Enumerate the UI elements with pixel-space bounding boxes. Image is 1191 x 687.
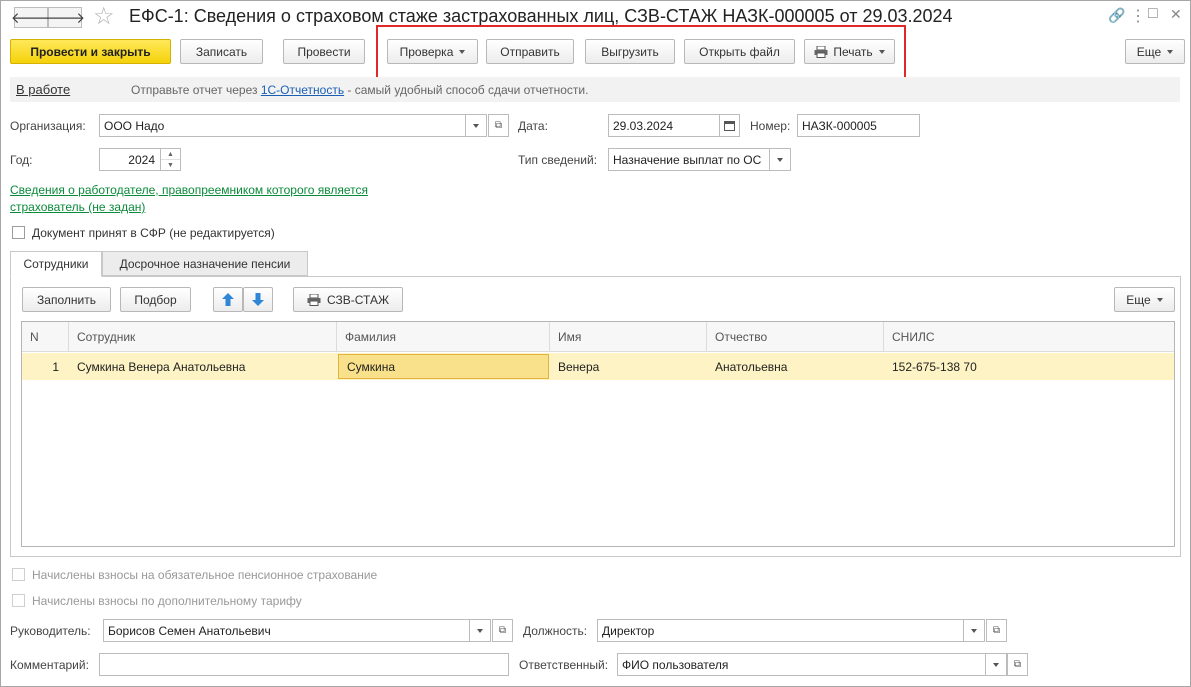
open-form-icon: ⧉ [992,625,1001,636]
dropdown-arrow-icon [777,157,783,162]
reporting-service-link[interactable]: 1С-Отчетность [261,83,344,97]
responsible-label: Ответственный: [519,658,609,672]
last-name-cell[interactable]: Сумкина [338,354,549,379]
dropdown-arrow-icon [477,628,483,633]
org-label: Организация: [10,119,86,133]
tab-early-pension[interactable]: Досрочное назначение пенсии [102,251,308,276]
mandatory-contrib-checkbox[interactable] [12,568,25,581]
position-open-button[interactable]: ⧉ [986,619,1007,642]
fill-button[interactable]: Заполнить [22,287,111,312]
date-label: Дата: [518,119,548,133]
move-up-button[interactable] [213,287,243,312]
more-label: Еще [1136,44,1162,59]
head-open-button[interactable]: ⧉ [492,619,513,642]
more-actions-icon[interactable]: ⋮ [1130,6,1146,26]
org-open-button[interactable]: ⧉ [488,114,509,137]
patronymic-cell[interactable]: Анатольевна [707,353,884,380]
column-header-patronymic[interactable]: Отчество [707,322,884,352]
dropdown-arrow-icon [473,123,479,128]
employer-info-link-line1[interactable]: Сведения о работодателе, правопреемником… [10,182,368,199]
type-field[interactable]: Назначение выплат по ОС [608,148,770,171]
post-button[interactable]: Провести [283,39,365,64]
open-form-icon: ⧉ [498,625,507,636]
back-button[interactable]: 🡐 [11,7,51,28]
column-header-n[interactable]: N [22,322,69,352]
column-header-last-name[interactable]: Фамилия [337,322,550,352]
accepted-checkbox[interactable] [12,226,25,239]
accepted-label: Документ принят в СФР (не редактируется) [32,226,275,240]
document-state-link[interactable]: В работе [16,82,70,97]
type-label: Тип сведений: [518,153,598,167]
window-title: ЕФС-1: Сведения о страховом стаже застра… [129,6,953,26]
head-field[interactable]: Борисов Семен Анатольевич [103,619,470,642]
table-more-button[interactable]: Еще [1114,287,1175,312]
calendar-icon [724,121,735,131]
hint-prefix: Отправьте отчет через [131,83,261,97]
number-label: Номер: [750,119,791,133]
forward-arrow-icon: 🡒 [44,10,86,27]
forward-button[interactable]: 🡒 [44,7,86,28]
year-label: Год: [10,153,33,167]
mandatory-contrib-label: Начислены взносы на обязательное пенсион… [32,568,378,582]
hint-suffix: - самый удобный способ сдачи отчетности. [344,83,589,97]
close-icon[interactable]: ✕ [1170,6,1182,23]
employer-info-link-line2[interactable]: страхователь (не задан) [10,199,145,216]
select-button[interactable]: Подбор [120,287,191,312]
dropdown-arrow-icon [993,662,999,667]
printer-icon [307,293,321,306]
number-field[interactable]: НАЗК-000005 [797,114,920,137]
column-header-employee[interactable]: Сотрудник [69,322,337,352]
write-button[interactable]: Записать [180,39,263,64]
comment-label: Комментарий: [10,658,89,672]
arrow-up-icon [222,293,234,306]
annotation-highlight-box [376,25,906,85]
maximize-icon[interactable]: □ [1148,5,1158,23]
row-number-cell[interactable]: 1 [22,353,69,380]
calendar-button[interactable] [719,114,740,137]
year-spinner[interactable]: ▲ ▼ [160,148,181,171]
head-dropdown-button[interactable] [469,619,491,642]
szv-print-button[interactable]: СЗВ-СТАЖ [293,287,403,312]
first-name-cell[interactable]: Венера [550,353,707,380]
type-dropdown-button[interactable] [769,148,791,171]
column-header-first-name[interactable]: Имя [550,322,707,352]
responsible-open-button[interactable]: ⧉ [1007,653,1028,676]
additional-tariff-label: Начислены взносы по дополнительному тари… [32,594,302,608]
employees-table[interactable]: N Сотрудник Фамилия Имя Отчество СНИЛС 1… [21,321,1175,547]
snils-cell[interactable]: 152-675-138 70 [884,353,1174,380]
move-down-button[interactable] [243,287,273,312]
additional-tariff-checkbox[interactable] [12,594,25,607]
table-more-label: Еще [1126,292,1151,307]
date-field[interactable]: 29.03.2024 [608,114,720,137]
favorite-star-icon[interactable]: ☆ [93,3,115,31]
tab-employees[interactable]: Сотрудники [10,251,102,277]
chevron-down-icon [1156,297,1163,302]
open-form-icon: ⧉ [1013,659,1022,670]
head-label: Руководитель: [10,624,91,638]
org-dropdown-button[interactable] [465,114,487,137]
reporting-hint: Отправьте отчет через 1С-Отчетность - са… [131,83,588,97]
spin-up-icon[interactable]: ▲ [161,149,180,160]
column-header-snils[interactable]: СНИЛС [884,322,1174,352]
arrow-down-icon [252,293,264,306]
year-field[interactable]: 2024 [99,148,161,171]
position-field[interactable]: Директор [597,619,964,642]
comment-field[interactable] [99,653,509,676]
org-field[interactable]: ООО Надо [99,114,466,137]
link-icon[interactable]: 🔗 [1108,7,1125,24]
more-button[interactable]: Еще [1125,39,1185,64]
dropdown-arrow-icon [971,628,977,633]
employee-cell[interactable]: Сумкина Венера Анатольевна [69,353,337,380]
position-dropdown-button[interactable] [963,619,985,642]
spin-down-icon[interactable]: ▼ [161,160,180,170]
szv-print-label: СЗВ-СТАЖ [326,292,390,307]
responsible-dropdown-button[interactable] [985,653,1007,676]
position-label: Должность: [523,624,588,638]
responsible-field[interactable]: ФИО пользователя [617,653,986,676]
chevron-down-icon [1167,49,1174,54]
open-form-icon: ⧉ [494,120,503,131]
post-and-close-button[interactable]: Провести и закрыть [10,39,171,64]
